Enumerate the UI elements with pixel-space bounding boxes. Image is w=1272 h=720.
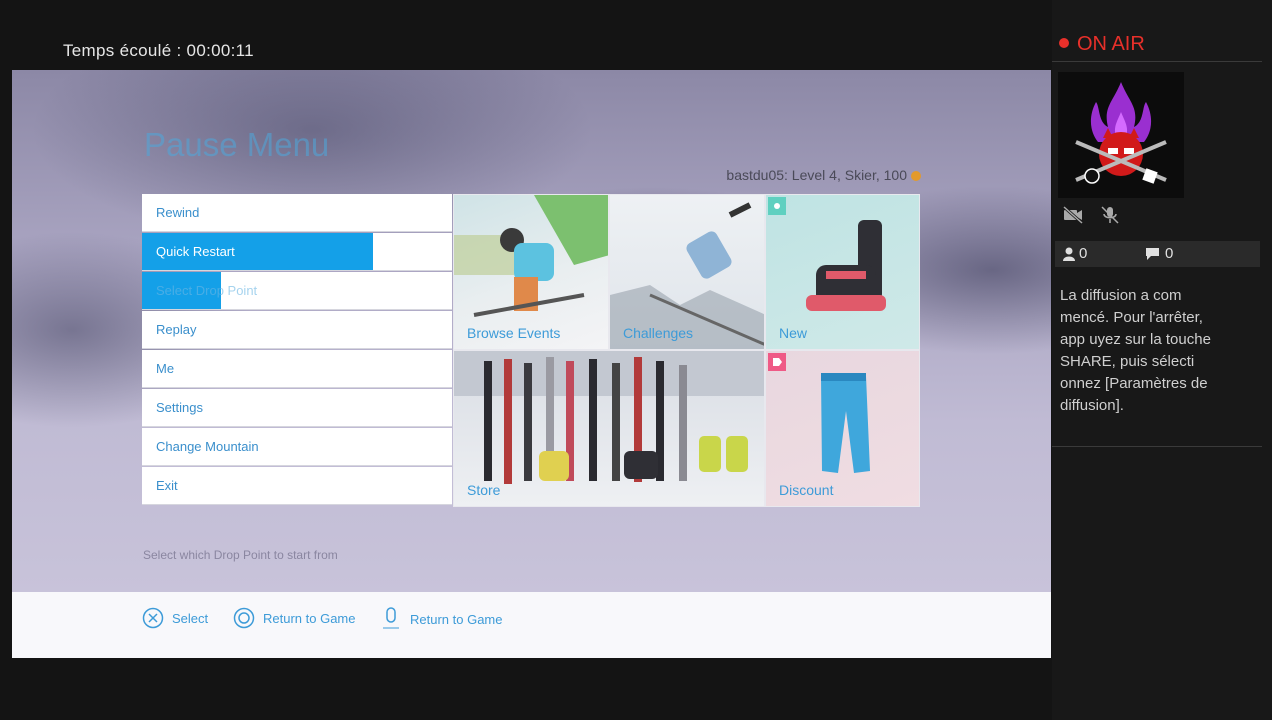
- menu-item-label: Me: [156, 361, 175, 376]
- return-to-game-options-button[interactable]: Return to Game: [380, 607, 503, 631]
- menu-item-label: Change Mountain: [156, 439, 259, 454]
- return-label: Return to Game: [410, 611, 503, 627]
- comment-count: 0: [1145, 245, 1173, 262]
- stats-bar: 0 0: [1055, 241, 1260, 267]
- elapsed-time: Temps écoulé : 00:00:11: [63, 41, 254, 60]
- select-button[interactable]: Select: [142, 607, 208, 629]
- menu-item-rewind[interactable]: Rewind: [142, 194, 452, 232]
- menu-item-label: Exit: [156, 478, 178, 493]
- player-info-text: bastdu05: Level 4, Skier, 100: [726, 167, 907, 183]
- return-to-game-circle-button[interactable]: Return to Game: [233, 607, 356, 629]
- menu-item-label: Rewind: [156, 205, 200, 220]
- viewer-icon: [1063, 247, 1075, 261]
- menu-item-me[interactable]: Me: [142, 350, 452, 388]
- on-air-indicator: ON AIR: [1059, 33, 1145, 56]
- tile-label: Browse Events: [467, 325, 561, 341]
- tile-label: Store: [467, 482, 501, 498]
- skis-rack-image: [454, 351, 764, 484]
- menu-item-select-drop-point[interactable]: Select Drop Point: [142, 272, 452, 310]
- menu-item-settings[interactable]: Settings: [142, 389, 452, 427]
- mic-off-icon: [1101, 206, 1119, 224]
- devil-avatar-icon: [1075, 82, 1167, 184]
- options-button-icon: [383, 607, 399, 629]
- hint-text: Select which Drop Point to start from: [143, 548, 338, 562]
- menu-item-label: Quick Restart: [156, 244, 235, 259]
- divider: [1052, 446, 1262, 447]
- avatar: [1058, 72, 1184, 198]
- camera-off-icon: [1063, 206, 1083, 224]
- game-screen: Pause Menu bastdu05: Level 4, Skier, 100…: [12, 70, 1051, 658]
- menu-item-quick-restart[interactable]: Quick Restart: [142, 233, 452, 271]
- circle-button-icon: [233, 607, 255, 629]
- menu-item-label: Settings: [156, 400, 203, 415]
- return-label: Return to Game: [263, 610, 356, 626]
- menu-item-label: Select Drop Point: [156, 283, 258, 298]
- on-air-label: ON AIR: [1077, 33, 1145, 55]
- cross-button-icon: [142, 607, 164, 629]
- tile-label: New: [779, 325, 808, 341]
- viewer-count-value: 0: [1079, 245, 1088, 262]
- live-dot-icon: [1059, 38, 1069, 48]
- tiles-grid: Browse Events Challenges New Store Disco…: [453, 194, 920, 507]
- comment-icon: [1146, 247, 1159, 260]
- tile-discount[interactable]: Discount: [765, 350, 920, 507]
- player-info: bastdu05: Level 4, Skier, 100: [726, 167, 921, 183]
- menu-item-replay[interactable]: Replay: [142, 311, 452, 349]
- pause-menu: Rewind Quick Restart Select Drop Point R…: [142, 194, 452, 507]
- broadcast-message: La diffusion a com mencé. Pour l'arrêter…: [1060, 287, 1211, 414]
- divider: [1052, 61, 1262, 62]
- tile-browse-events[interactable]: Browse Events: [453, 194, 609, 350]
- select-label: Select: [172, 610, 209, 626]
- controller-footer: Select Return to Game Return to Game: [12, 592, 1051, 658]
- tile-label: Challenges: [623, 325, 694, 341]
- viewer-count: 0: [1063, 245, 1087, 262]
- tile-store[interactable]: Store: [453, 350, 765, 507]
- menu-item-label: Replay: [156, 322, 197, 337]
- tile-new[interactable]: New: [765, 194, 920, 350]
- tile-label: Discount: [779, 482, 834, 498]
- coin-icon: [911, 171, 921, 181]
- stream-panel: ON AIR 0 0 La diffusion a com mencé. Pou…: [1052, 0, 1272, 720]
- page-title: Pause Menu: [144, 126, 330, 163]
- tile-challenges[interactable]: Challenges: [609, 194, 765, 350]
- menu-item-exit[interactable]: Exit: [142, 467, 452, 505]
- menu-item-change-mountain[interactable]: Change Mountain: [142, 428, 452, 466]
- comment-count-value: 0: [1165, 245, 1174, 262]
